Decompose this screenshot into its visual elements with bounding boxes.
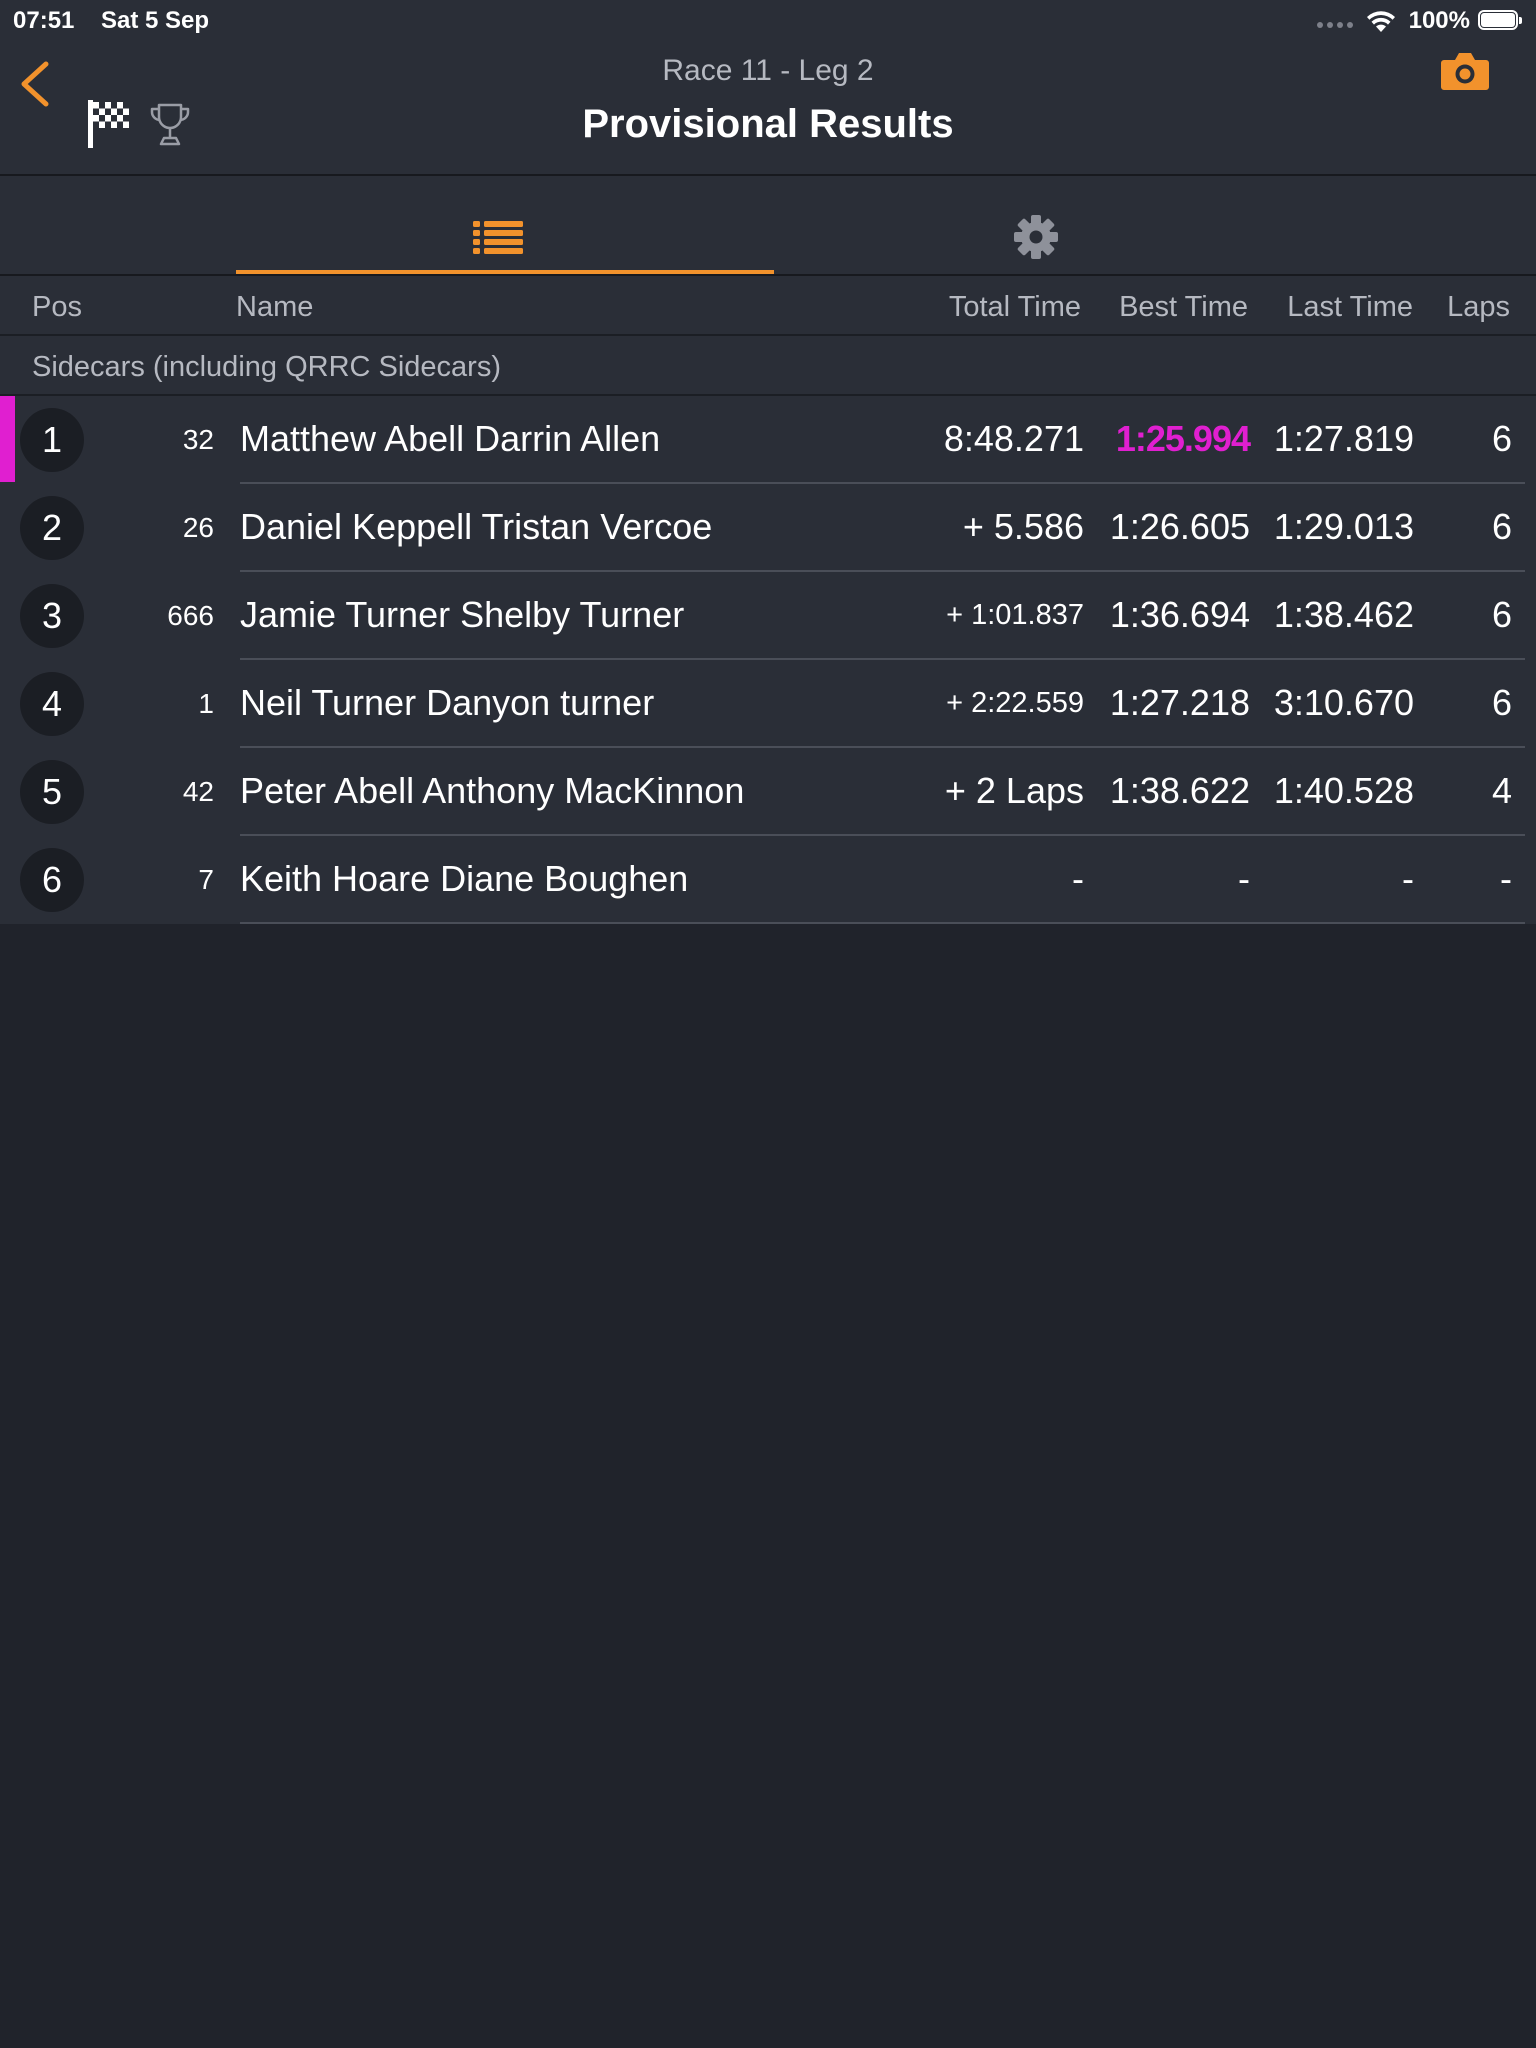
- class-group-header: Sidecars (including QRRC Sidecars): [0, 336, 1536, 396]
- best-time: -: [1238, 858, 1250, 899]
- last-time: 3:10.670: [1273, 682, 1414, 723]
- laps: 6: [1491, 682, 1512, 723]
- row-divider: [240, 922, 1525, 924]
- table-row[interactable]: 1 32 Matthew Abell Darrin Allen 8:48.271…: [0, 396, 1536, 484]
- page-title: Provisional Results: [582, 102, 954, 146]
- table-row[interactable]: 2 26 Daniel Keppell Tristan Vercoe + 5.5…: [0, 484, 1536, 572]
- race-number: 32: [182, 424, 214, 455]
- competitor-name: Matthew Abell Darrin Allen: [240, 418, 661, 459]
- table-row[interactable]: 4 1 Neil Turner Danyon turner + 2:22.559…: [0, 660, 1536, 748]
- wifi-icon: [1366, 11, 1395, 32]
- tab-settings[interactable]: [774, 176, 1298, 274]
- total-time: -: [1072, 858, 1084, 899]
- race-number: 7: [198, 864, 214, 895]
- race-number: 1: [198, 688, 214, 719]
- battery-percentage: 100%: [1408, 7, 1470, 34]
- column-header-best-time[interactable]: Best Time: [1119, 291, 1248, 324]
- laps: 6: [1491, 418, 1512, 459]
- battery-icon: [1478, 10, 1524, 32]
- class-group-title: Sidecars (including QRRC Sidecars): [32, 351, 501, 383]
- race-number: 42: [182, 776, 214, 807]
- last-time: -: [1402, 858, 1414, 899]
- last-time: 1:40.528: [1273, 770, 1414, 811]
- column-header-last-time[interactable]: Last Time: [1287, 291, 1413, 324]
- race-number: 666: [167, 600, 214, 631]
- total-time: + 1:01.837: [946, 599, 1084, 631]
- column-header-total-time[interactable]: Total Time: [949, 291, 1081, 324]
- best-time: 1:36.694: [1109, 594, 1250, 635]
- position-badge: 4: [20, 672, 84, 736]
- status-bar: 07:51 Sat 5 Sep 100%: [0, 0, 1536, 40]
- cellular-signal-icon: [1316, 14, 1353, 28]
- laps: 6: [1491, 506, 1512, 547]
- column-headers: Pos Name Total Time Best Time Last Time …: [0, 276, 1536, 336]
- table-row[interactable]: 5 42 Peter Abell Anthony MacKinnon + 2 L…: [0, 748, 1536, 836]
- tab-results-list[interactable]: [236, 176, 774, 274]
- table-row[interactable]: 6 7 Keith Hoare Diane Boughen - - - -: [0, 836, 1536, 924]
- laps: 6: [1491, 594, 1512, 635]
- last-time: 1:29.013: [1273, 506, 1414, 547]
- total-time: + 2 Laps: [944, 770, 1084, 811]
- competitor-name: Keith Hoare Diane Boughen: [240, 858, 689, 899]
- status-indicators: 100%: [1316, 6, 1524, 36]
- total-time: + 2:22.559: [946, 687, 1084, 719]
- competitor-name: Daniel Keppell Tristan Vercoe: [240, 506, 713, 547]
- navigation-bar: 07:51 Sat 5 Sep 100% Race 11 - Leg 2 Pro…: [0, 0, 1536, 176]
- race-subtitle: Race 11 - Leg 2: [662, 54, 874, 87]
- best-time: 1:38.622: [1109, 770, 1250, 811]
- last-time: 1:27.819: [1273, 418, 1414, 459]
- status-date: Sat 5 Sep: [101, 7, 210, 34]
- total-time: 8:48.271: [943, 418, 1084, 459]
- column-header-pos[interactable]: Pos: [32, 291, 82, 324]
- laps: -: [1500, 858, 1512, 899]
- best-time: 1:25.994: [1115, 418, 1251, 459]
- list-icon: [473, 221, 523, 254]
- gear-icon: [1014, 215, 1058, 259]
- best-time: 1:26.605: [1109, 506, 1250, 547]
- results-table: 1 32 Matthew Abell Darrin Allen 8:48.271…: [0, 396, 1536, 924]
- competitor-name: Neil Turner Danyon turner: [240, 682, 655, 723]
- total-time: + 5.586: [962, 506, 1084, 547]
- position-badge: 5: [20, 760, 84, 824]
- laps: 4: [1491, 770, 1512, 811]
- position-badge: 1: [20, 408, 84, 472]
- view-tabs: [0, 176, 1536, 276]
- race-number: 26: [182, 512, 214, 543]
- table-row[interactable]: 3 666 Jamie Turner Shelby Turner + 1:01.…: [0, 572, 1536, 660]
- column-header-laps[interactable]: Laps: [1447, 291, 1510, 324]
- column-header-name[interactable]: Name: [236, 291, 313, 324]
- best-time: 1:27.218: [1109, 682, 1250, 723]
- last-time: 1:38.462: [1273, 594, 1414, 635]
- status-time: 07:51: [13, 7, 75, 34]
- leader-indicator: [0, 396, 15, 482]
- competitor-name: Peter Abell Anthony MacKinnon: [240, 770, 745, 811]
- position-badge: 3: [20, 584, 84, 648]
- position-badge: 2: [20, 496, 84, 560]
- active-tab-indicator: [236, 270, 774, 274]
- competitor-name: Jamie Turner Shelby Turner: [240, 594, 685, 635]
- position-badge: 6: [20, 848, 84, 912]
